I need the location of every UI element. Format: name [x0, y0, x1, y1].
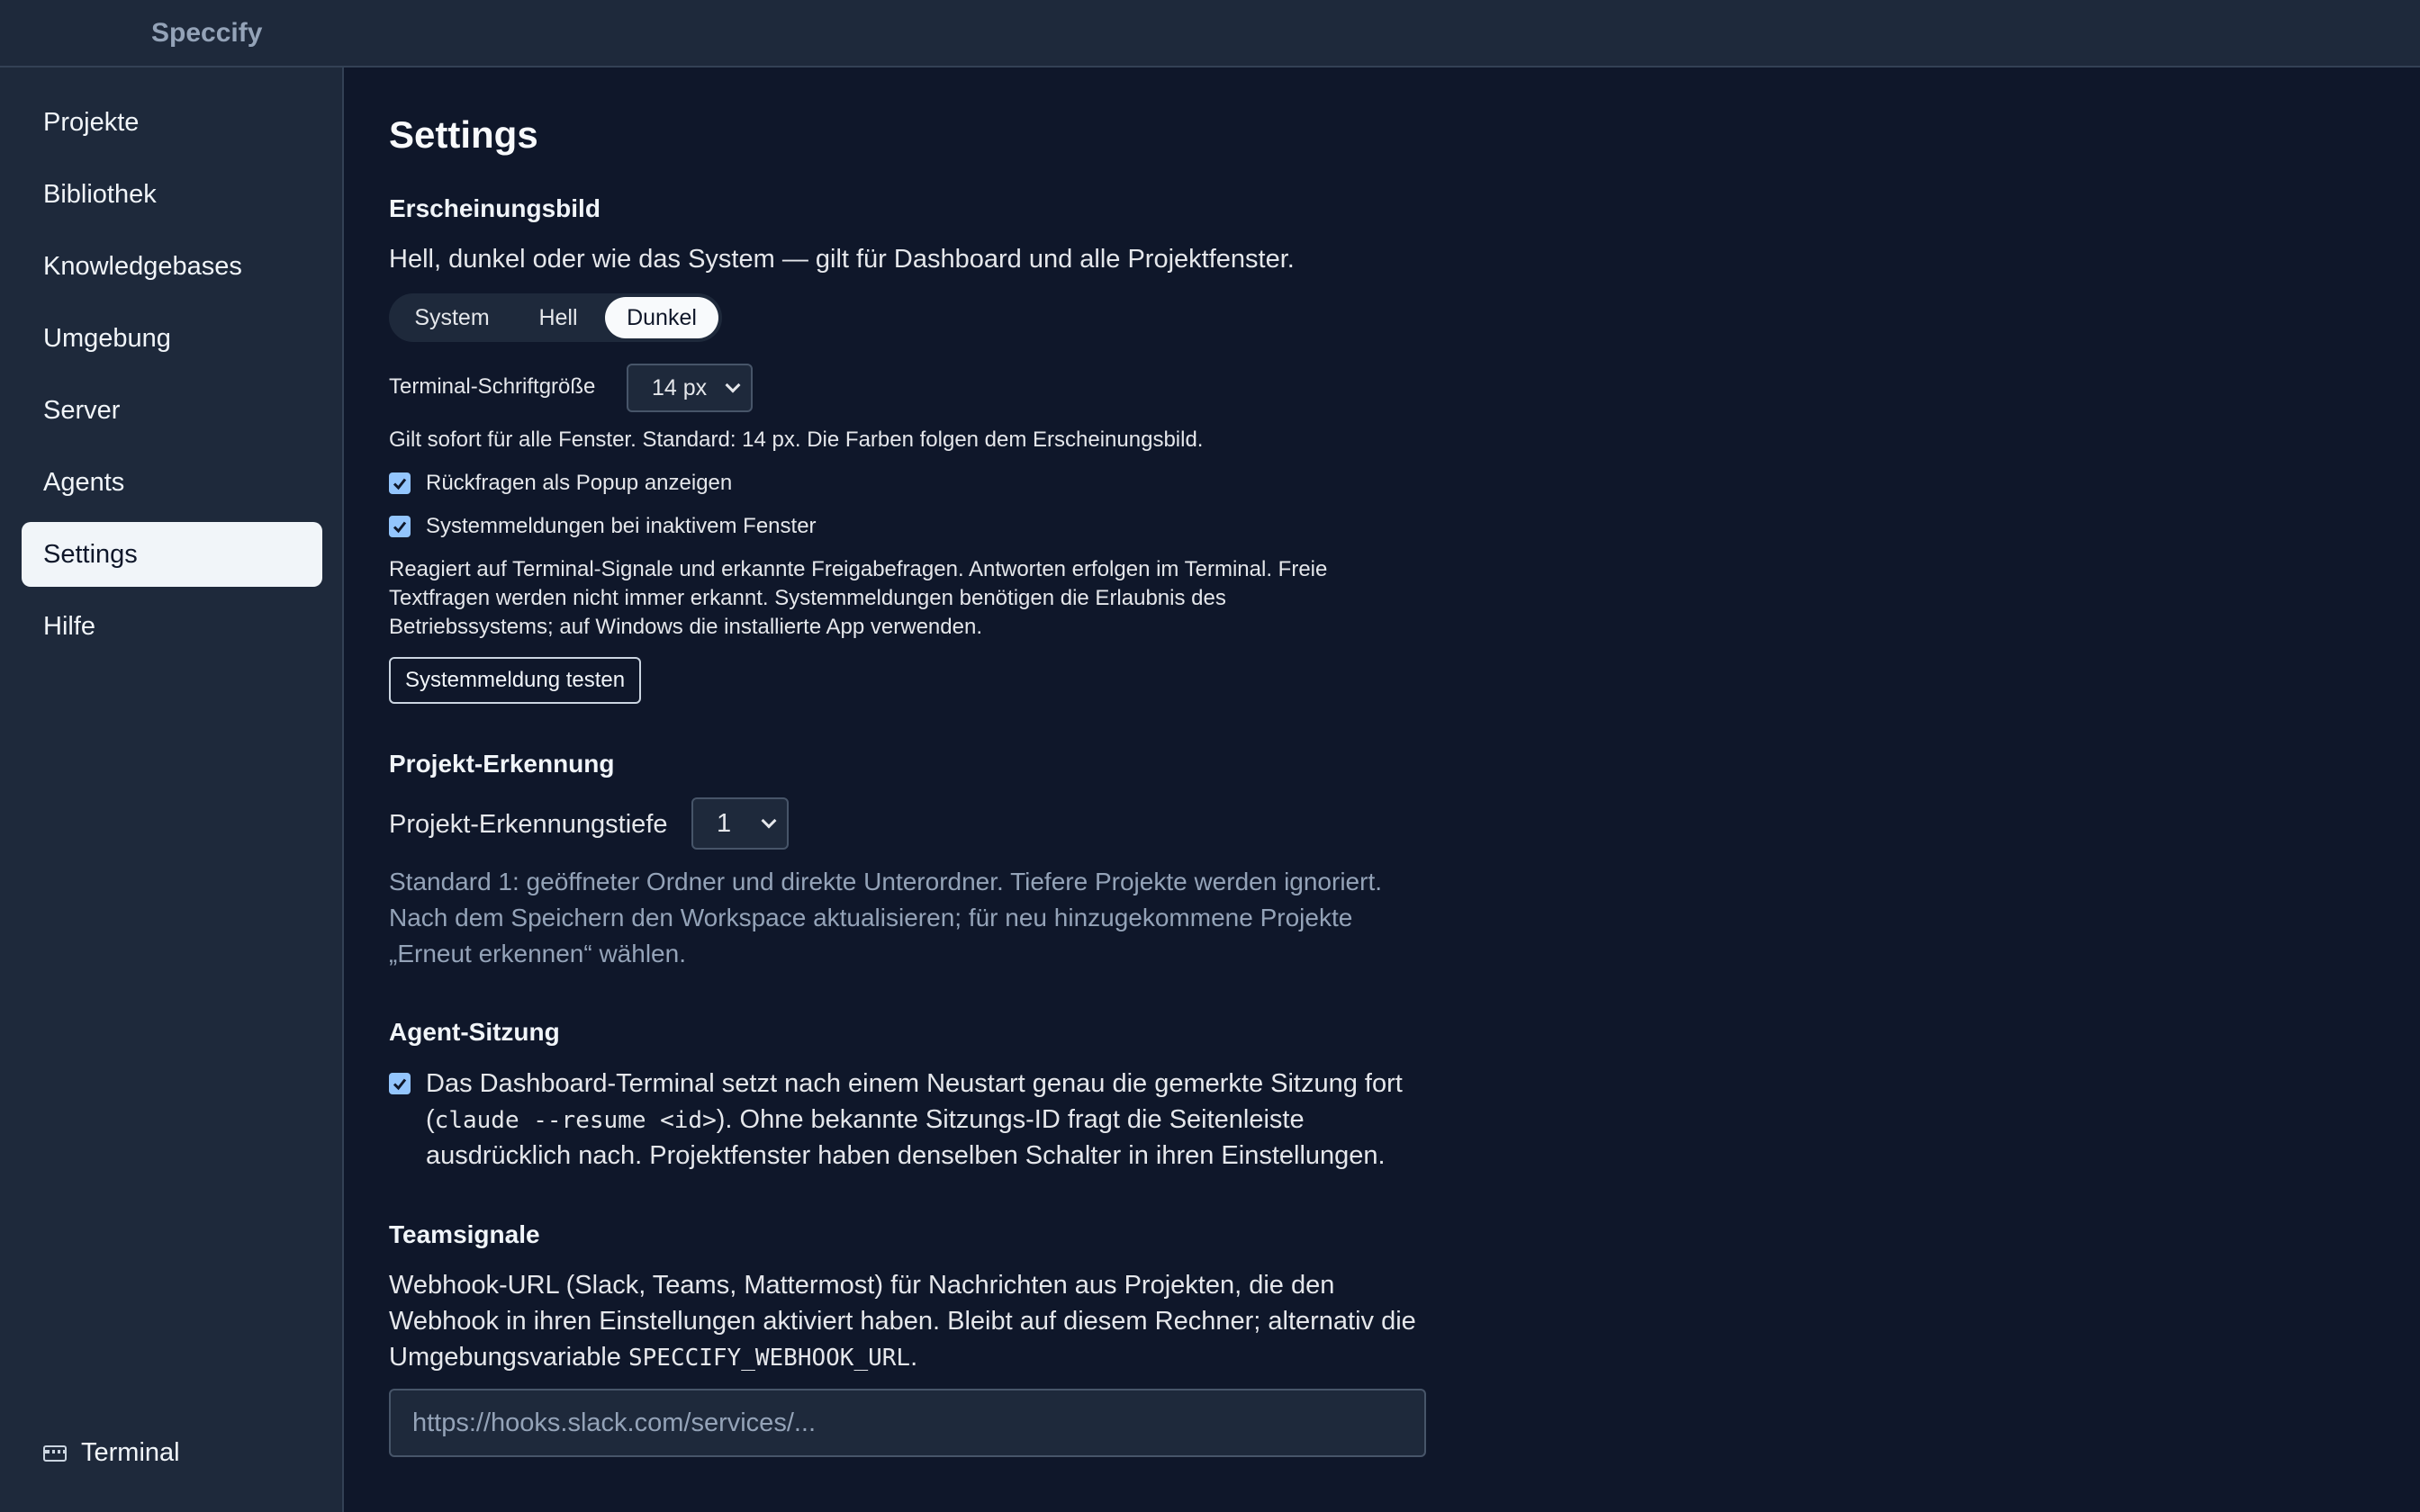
- notify-hint-line-3: Betriebssystems; auf Windows die install…: [389, 615, 982, 639]
- project-detection-heading: Projekt-Erkennung: [389, 750, 615, 778]
- notify-hint-line-2: Textfragen werden nicht immer erkannt. S…: [389, 586, 1226, 610]
- check-icon: [393, 1078, 407, 1091]
- sidebar-item-projekte[interactable]: Projekte: [22, 90, 322, 155]
- webhook-desc-line-3: Umgebungsvariable SPECCIFY_WEBHOOK_URL.: [389, 1339, 917, 1376]
- font-size-value: 14 px: [652, 374, 708, 400]
- popup-checkbox[interactable]: [389, 472, 411, 494]
- font-size-hint: Gilt sofort für alle Fenster. Standard: …: [389, 428, 1204, 452]
- resume-line2-suffix: ). Ohne bekannte Sitzungs-ID fragt die S…: [716, 1105, 1305, 1134]
- webhook-line3-suffix: .: [910, 1343, 918, 1372]
- sidebar-terminal-link[interactable]: Terminal: [43, 1438, 180, 1468]
- keyboard-icon: [43, 1444, 67, 1462]
- webhook-desc-line-2: Webhook in ihren Einstellungen aktiviert…: [389, 1307, 1416, 1336]
- sidebar: Projekte Bibliothek Knowledgebases Umgeb…: [0, 68, 344, 1512]
- theme-option-system[interactable]: System: [393, 297, 511, 338]
- resume-line2-prefix: (: [426, 1105, 435, 1134]
- detection-depth-select[interactable]: 1: [691, 797, 789, 850]
- check-icon: [393, 478, 407, 490]
- settings-main: Settings Erscheinungsbild Hell, dunkel o…: [389, 0, 2370, 1512]
- sidebar-item-server[interactable]: Server: [22, 378, 322, 443]
- notify-hint-line-1: Reagiert auf Terminal-Signale und erkann…: [389, 557, 1328, 581]
- resume-session-line-3: ausdrücklich nach. Projektfenster haben …: [426, 1141, 1386, 1170]
- popup-checkbox-label: Rückfragen als Popup anzeigen: [426, 471, 733, 495]
- sidebar-item-agents[interactable]: Agents: [22, 450, 322, 515]
- page-title: Settings: [389, 113, 538, 156]
- chevron-down-icon: [725, 377, 741, 393]
- detection-hint-line-1: Standard 1: geöffneter Ordner und direkt…: [389, 868, 1383, 896]
- webhook-url-input[interactable]: https://hooks.slack.com/services/...: [389, 1389, 1426, 1457]
- sidebar-item-bibliothek[interactable]: Bibliothek: [22, 162, 322, 227]
- resume-session-line-1: Das Dashboard-Terminal setzt nach einem …: [426, 1069, 1403, 1098]
- chevron-down-icon: [761, 813, 777, 829]
- font-size-select[interactable]: 14 px: [627, 364, 753, 412]
- resume-command-code: claude --resume <id>: [434, 1107, 717, 1134]
- app-title: Speccify: [151, 18, 263, 48]
- sidebar-item-hilfe[interactable]: Hilfe: [22, 594, 322, 659]
- detection-hint-line-2: Nach dem Speichern den Workspace aktuali…: [389, 904, 1353, 932]
- terminal-label: Terminal: [81, 1438, 180, 1467]
- sidebar-item-umgebung[interactable]: Umgebung: [22, 306, 322, 371]
- theme-option-dunkel[interactable]: Dunkel: [605, 297, 718, 338]
- test-notification-button[interactable]: Systemmeldung testen: [389, 657, 642, 704]
- resume-session-checkbox[interactable]: [389, 1073, 411, 1094]
- webhook-desc-line-1: Webhook-URL (Slack, Teams, Mattermost) f…: [389, 1271, 1335, 1300]
- font-size-label: Terminal-Schriftgröße: [389, 374, 596, 399]
- sidebar-item-settings[interactable]: Settings: [22, 522, 322, 587]
- agent-session-heading: Agent-Sitzung: [389, 1018, 560, 1046]
- detection-hint-line-3: „Erneut erkennen“ wählen.: [389, 940, 686, 968]
- appearance-heading: Erscheinungsbild: [389, 194, 600, 222]
- check-icon: [393, 521, 407, 534]
- system-notify-checkbox[interactable]: [389, 516, 411, 537]
- detection-depth-label: Projekt-Erkennungstiefe: [389, 810, 668, 839]
- sidebar-item-knowledgebases[interactable]: Knowledgebases: [22, 234, 322, 299]
- webhook-env-var-code: SPECCIFY_WEBHOOK_URL: [628, 1345, 911, 1372]
- resume-session-line-2: (claude --resume <id>). Ohne bekannte Si…: [426, 1102, 1305, 1138]
- webhook-line3-prefix: Umgebungsvariable: [389, 1343, 628, 1372]
- team-signals-heading: Teamsignale: [389, 1220, 540, 1248]
- system-notify-label: Systemmeldungen bei inaktivem Fenster: [426, 514, 817, 538]
- detection-depth-value: 1: [717, 808, 732, 838]
- theme-mode-switch: System Hell Dunkel: [389, 293, 722, 342]
- theme-option-hell[interactable]: Hell: [513, 297, 603, 338]
- appearance-description: Hell, dunkel oder wie das System — gilt …: [389, 245, 1295, 274]
